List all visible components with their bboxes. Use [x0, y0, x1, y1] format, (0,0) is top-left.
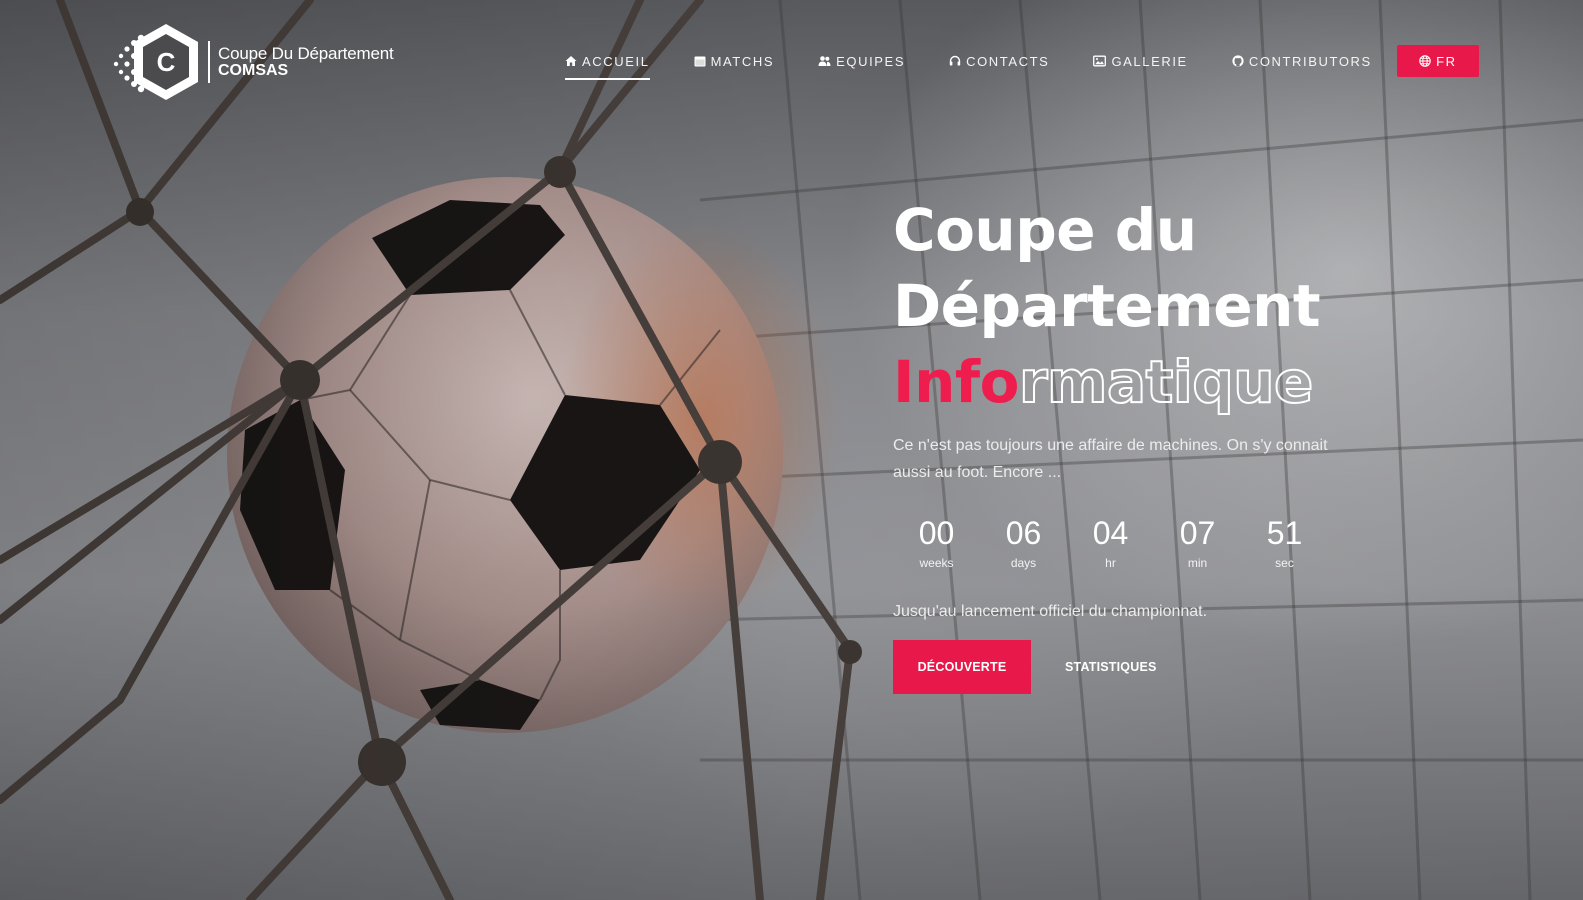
hero-title-line-1: Coupe du [893, 196, 1197, 264]
nav-label: CONTRIBUTORS [1248, 53, 1372, 69]
countdown-days: 06 days [980, 516, 1067, 570]
hero-title-line-2: Département [893, 272, 1321, 340]
logo-subtitle: COMSAS [218, 61, 289, 79]
countdown-value: 07 [1179, 515, 1216, 551]
logo-title: Coupe Du Département [218, 43, 394, 63]
hero-title-outline: rmatique [1018, 347, 1314, 417]
countdown-timer: 00 weeks 06 days 04 hr 07 min 51 sec [893, 516, 1453, 570]
countdown-weeks: 00 weeks [893, 516, 980, 570]
hero-note: Jusqu'au lancement officiel du championn… [893, 603, 1208, 620]
users-icon [818, 55, 831, 67]
nav-label: MATCHS [710, 53, 775, 69]
countdown-seconds: 51 sec [1241, 516, 1328, 570]
language-label: FR [1436, 53, 1457, 69]
countdown-value: 00 [918, 515, 955, 551]
nav-label: GALLERIE [1111, 53, 1188, 69]
countdown-unit: sec [1275, 556, 1294, 570]
decouverte-button[interactable]: DÉCOUVERTE [893, 640, 1031, 694]
nav-label: ACCUEIL [582, 53, 650, 69]
calendar-icon [694, 55, 706, 67]
hero-title: Coupe du Département Informatique [893, 192, 1453, 420]
nav-item-gallerie[interactable]: GALLERIE [1093, 44, 1187, 78]
countdown-minutes: 07 min [1154, 516, 1241, 570]
github-icon [1232, 55, 1244, 67]
logo-divider [208, 41, 210, 83]
image-icon [1093, 55, 1107, 67]
site-logo[interactable]: C Coupe Du Département COMSAS [110, 22, 394, 102]
hero-cta-row: DÉCOUVERTE STATISTIQUES [893, 640, 1453, 694]
globe-icon [1419, 55, 1431, 67]
nav-item-equipes[interactable]: EQUIPES [818, 44, 905, 78]
nav-item-contacts[interactable]: CONTACTS [949, 44, 1049, 78]
language-selector-button[interactable]: FR [1396, 45, 1479, 77]
countdown-value: 04 [1092, 515, 1129, 551]
nav-label: CONTACTS [966, 53, 1050, 69]
countdown-value: 06 [1005, 515, 1042, 551]
nav-item-accueil[interactable]: ACCUEIL [565, 44, 650, 80]
countdown-unit: hr [1105, 556, 1116, 570]
hero-title-accent: Info [893, 348, 1019, 416]
headset-icon [949, 55, 961, 67]
countdown-unit: min [1187, 556, 1208, 570]
hero-subtitle: Ce n'est pas toujours une affaire de mac… [893, 437, 1328, 481]
nav-item-matchs[interactable]: MATCHS [694, 44, 775, 78]
hero-section: Coupe du Département Informatique Ce n'e… [893, 192, 1453, 694]
countdown-unit: days [1010, 556, 1037, 570]
nav-item-contributors[interactable]: CONTRIBUTORS [1232, 44, 1372, 78]
hero-title-line-3: Informatique [893, 344, 1453, 420]
site-header: C Coupe Du Département COMSAS ACCUEIL MA… [0, 0, 1583, 124]
hexagon-logo-icon: C [110, 22, 202, 102]
logo-text: Coupe Du Département COMSAS [218, 43, 394, 80]
countdown-unit: weeks [919, 556, 954, 570]
main-nav: ACCUEIL MATCHS EQUIPES CONTACTS GALLERIE [565, 44, 1479, 80]
statistiques-button[interactable]: STATISTIQUES [1065, 660, 1157, 674]
nav-label: EQUIPES [836, 53, 906, 69]
countdown-hours: 04 hr [1067, 516, 1154, 570]
home-icon [565, 55, 577, 67]
countdown-value: 51 [1266, 515, 1303, 551]
logo-letter: C [157, 47, 176, 77]
